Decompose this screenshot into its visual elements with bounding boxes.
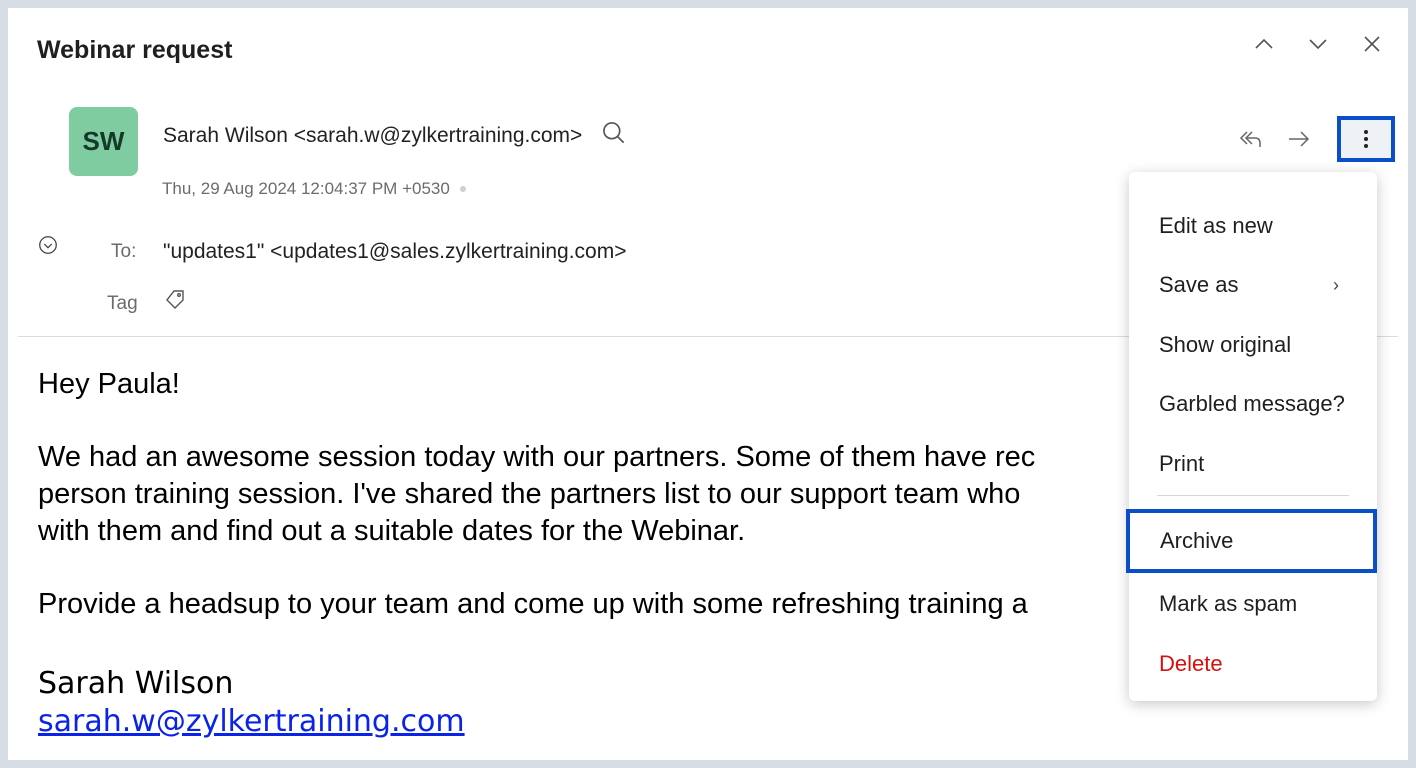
menu-item-label: Mark as spam <box>1159 591 1298 616</box>
status-dot <box>459 186 466 192</box>
menu-item-label: Delete <box>1159 651 1223 676</box>
email-subject: Webinar request <box>37 36 233 64</box>
reply-all-icon[interactable] <box>1233 121 1269 157</box>
body-line: We had an awesome session today with our… <box>38 441 1036 473</box>
menu-item-save-as[interactable]: Save as › <box>1129 256 1377 314</box>
body-line: with them and find out a suitable dates … <box>38 515 746 547</box>
chevron-down-icon[interactable] <box>1302 30 1334 58</box>
menu-item-edit-as-new[interactable]: Edit as new <box>1129 197 1377 255</box>
sender-address[interactable]: Sarah Wilson <sarah.w@zylkertraining.com… <box>163 124 582 148</box>
recipient-address[interactable]: "updates1" <updates1@sales.zylkertrainin… <box>163 240 627 264</box>
sender-row: Sarah Wilson <sarah.w@zylkertraining.com… <box>163 119 627 152</box>
menu-item-label: Archive <box>1160 528 1234 553</box>
email-date-row: Thu, 29 Aug 2024 12:04:37 PM +0530 <box>162 179 466 199</box>
menu-item-label: Print <box>1159 451 1205 476</box>
chevron-right-icon: › <box>1333 274 1339 295</box>
more-options-button[interactable] <box>1337 116 1395 162</box>
email-view-panel: Webinar request SW Sarah Wilson <sarah.w… <box>8 8 1408 760</box>
signature-name: Sarah Wilson <box>38 666 234 701</box>
menu-divider <box>1157 495 1349 496</box>
more-options-menu: Edit as new Save as › Show original Garb… <box>1126 172 1377 701</box>
more-vertical-icon <box>1364 130 1368 148</box>
menu-item-archive[interactable]: Archive <box>1126 509 1377 573</box>
forward-icon[interactable] <box>1281 121 1317 157</box>
menu-item-label: Edit as new <box>1159 213 1273 238</box>
tag-label: Tag <box>107 293 138 314</box>
message-actions <box>1233 116 1395 162</box>
menu-item-label: Garbled message? <box>1159 391 1345 416</box>
to-label: To: <box>111 241 137 262</box>
email-date: Thu, 29 Aug 2024 12:04:37 PM +0530 <box>162 179 450 198</box>
menu-item-label: Show original <box>1159 332 1292 357</box>
window-controls <box>1248 30 1388 58</box>
menu-item-show-original[interactable]: Show original <box>1129 316 1377 374</box>
tag-icon[interactable] <box>163 288 187 312</box>
signature-email-link[interactable]: sarah.w@zylkertraining.com <box>38 704 465 739</box>
close-icon[interactable] <box>1356 30 1388 58</box>
chevron-up-icon[interactable] <box>1248 30 1280 58</box>
expand-circle-icon[interactable] <box>37 234 59 256</box>
menu-item-mark-as-spam[interactable]: Mark as spam <box>1129 575 1377 633</box>
avatar: SW <box>69 107 138 176</box>
menu-item-print[interactable]: Print <box>1129 435 1377 493</box>
search-icon[interactable] <box>600 119 627 152</box>
menu-item-garbled-message[interactable]: Garbled message? <box>1129 375 1377 433</box>
menu-item-label: Save as <box>1159 272 1239 297</box>
menu-item-delete[interactable]: Delete <box>1129 635 1377 693</box>
body-line: person training session. I've shared the… <box>38 478 1021 510</box>
